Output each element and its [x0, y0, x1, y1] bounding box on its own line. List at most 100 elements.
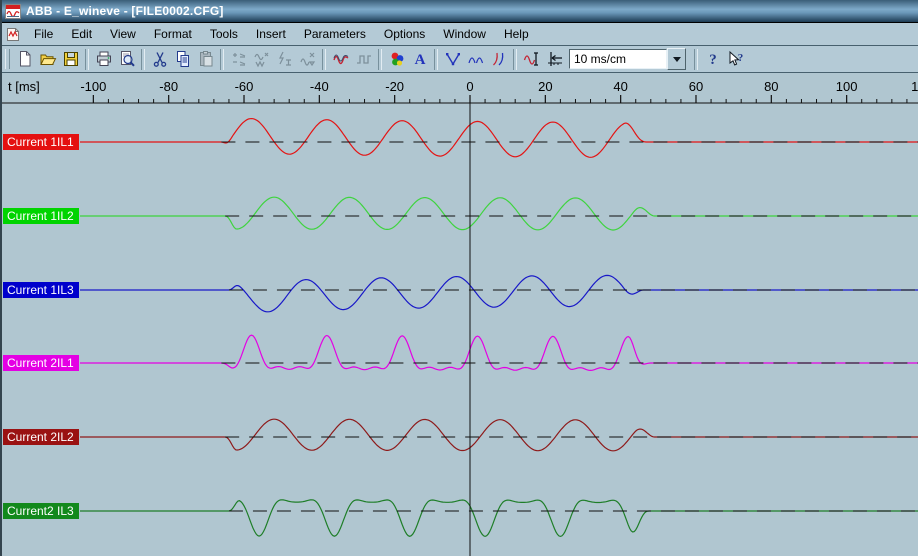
edit-curve-icon: [299, 50, 317, 68]
toolbar-gripper[interactable]: [5, 49, 10, 69]
combo-dropdown-button[interactable]: [667, 48, 686, 70]
toolbar-separator: [85, 49, 89, 70]
help-button[interactable]: ?: [701, 47, 724, 71]
app-icon: [5, 4, 21, 19]
time-base-icon: [546, 50, 564, 68]
paste-button: [194, 47, 217, 71]
menu-window[interactable]: Window: [434, 25, 495, 43]
waveform-trace[interactable]: [80, 119, 918, 158]
print-button[interactable]: [92, 47, 115, 71]
cut-button[interactable]: [148, 47, 171, 71]
toolbar-separator: [694, 49, 698, 70]
slope-curve-button[interactable]: [487, 47, 510, 71]
waveform-trace[interactable]: [80, 335, 918, 370]
menu-options[interactable]: Options: [375, 25, 434, 43]
axis-tick-label: 80: [749, 79, 793, 94]
axis-tick-label: 60: [674, 79, 718, 94]
waveform-trace[interactable]: [80, 419, 918, 451]
document-icon[interactable]: [5, 27, 21, 42]
axis-tick-label: -100: [71, 79, 115, 94]
help-icon: ?: [704, 50, 722, 68]
open-icon: [39, 50, 57, 68]
menu-format[interactable]: Format: [145, 25, 201, 43]
marker-curve-icon: [444, 50, 462, 68]
copy-button[interactable]: [171, 47, 194, 71]
axis-tick-label: -20: [373, 79, 417, 94]
menu-view[interactable]: View: [101, 25, 145, 43]
colors-icon: [388, 50, 406, 68]
print-preview-button[interactable]: [115, 47, 138, 71]
menu-parameters[interactable]: Parameters: [295, 25, 375, 43]
axis-tick-label: -80: [147, 79, 191, 94]
time-base-button[interactable]: [543, 47, 566, 71]
waveform-trace[interactable]: [80, 197, 918, 230]
context-help-button[interactable]: ?: [724, 47, 747, 71]
time-scale-value[interactable]: 10 ms/cm: [569, 49, 667, 69]
edit-signal-list-icon: [230, 50, 248, 68]
binary-signals-icon: [355, 50, 373, 68]
window-title: ABB - E_wineve - [FILE0002.CFG]: [26, 4, 224, 18]
save-button[interactable]: [59, 47, 82, 71]
new-button[interactable]: [13, 47, 36, 71]
menu-edit[interactable]: Edit: [62, 25, 101, 43]
oscillogram-canvas[interactable]: [2, 73, 918, 556]
waveform-trace[interactable]: [80, 500, 918, 537]
trace-label[interactable]: Current 2IL2: [3, 429, 79, 445]
axis-tick-label: 40: [599, 79, 643, 94]
measure-t-t-icon: [276, 50, 294, 68]
toolbar: A: [2, 45, 918, 73]
trace-label[interactable]: Current 1IL1: [3, 134, 79, 150]
axis-tick-label: 100: [825, 79, 869, 94]
menu-help[interactable]: Help: [495, 25, 538, 43]
colors-button[interactable]: [385, 47, 408, 71]
menu-file[interactable]: File: [25, 25, 62, 43]
svg-text:A: A: [414, 52, 425, 68]
open-button[interactable]: [36, 47, 59, 71]
svg-text:?: ?: [709, 52, 717, 68]
trace-label[interactable]: Current2 IL3: [3, 503, 79, 519]
app-window: ABB - E_wineve - [FILE0002.CFG] File Edi…: [0, 0, 918, 556]
cursor-on-wave-button[interactable]: [520, 47, 543, 71]
marker-curve-button[interactable]: [441, 47, 464, 71]
copy-icon: [174, 50, 192, 68]
toolbar-separator: [513, 49, 517, 70]
waveform-plot[interactable]: t [ms] -100-80-60-40-20020406080100120 C…: [2, 73, 918, 556]
titlebar[interactable]: ABB - E_wineve - [FILE0002.CFG]: [2, 0, 918, 23]
print-icon: [95, 50, 113, 68]
menu-tools[interactable]: Tools: [201, 25, 247, 43]
analog-signals-button[interactable]: [329, 47, 352, 71]
analog-signals-icon: [332, 50, 350, 68]
toolbar-separator: [220, 49, 224, 70]
toolbar-separator: [322, 49, 326, 70]
svg-text:?: ?: [737, 52, 743, 64]
edit-scaling-icon: [253, 50, 271, 68]
axis-tick-label: -40: [297, 79, 341, 94]
trace-label[interactable]: Current 1IL2: [3, 208, 79, 224]
trace-label[interactable]: Current 1IL3: [3, 282, 79, 298]
axis-tick-label: 20: [523, 79, 567, 94]
chevron-down-icon: [673, 57, 681, 62]
cut-icon: [151, 50, 169, 68]
time-axis-label: t [ms]: [8, 79, 40, 94]
new-icon: [16, 50, 34, 68]
context-help-icon: ?: [727, 50, 745, 68]
edit-signal-list-button: [227, 47, 250, 71]
slope-curve-icon: [490, 50, 508, 68]
font-icon: A: [411, 50, 429, 68]
binary-signals-button: [352, 47, 375, 71]
font-button[interactable]: A: [408, 47, 431, 71]
axis-tick-label: 120: [900, 79, 918, 94]
double-curve-button[interactable]: [464, 47, 487, 71]
menu-insert[interactable]: Insert: [247, 25, 295, 43]
edit-curve-button: [296, 47, 319, 71]
paste-icon: [197, 50, 215, 68]
measure-t-t-button: [273, 47, 296, 71]
toolbar-separator: [434, 49, 438, 70]
waveform-trace[interactable]: [80, 275, 918, 311]
double-curve-icon: [467, 50, 485, 68]
trace-label[interactable]: Current 2IL1: [3, 355, 79, 371]
axis-tick-label: 0: [448, 79, 492, 94]
toolbar-separator: [378, 49, 382, 70]
print-preview-icon: [118, 50, 136, 68]
time-scale-combobox[interactable]: 10 ms/cm: [569, 49, 686, 69]
